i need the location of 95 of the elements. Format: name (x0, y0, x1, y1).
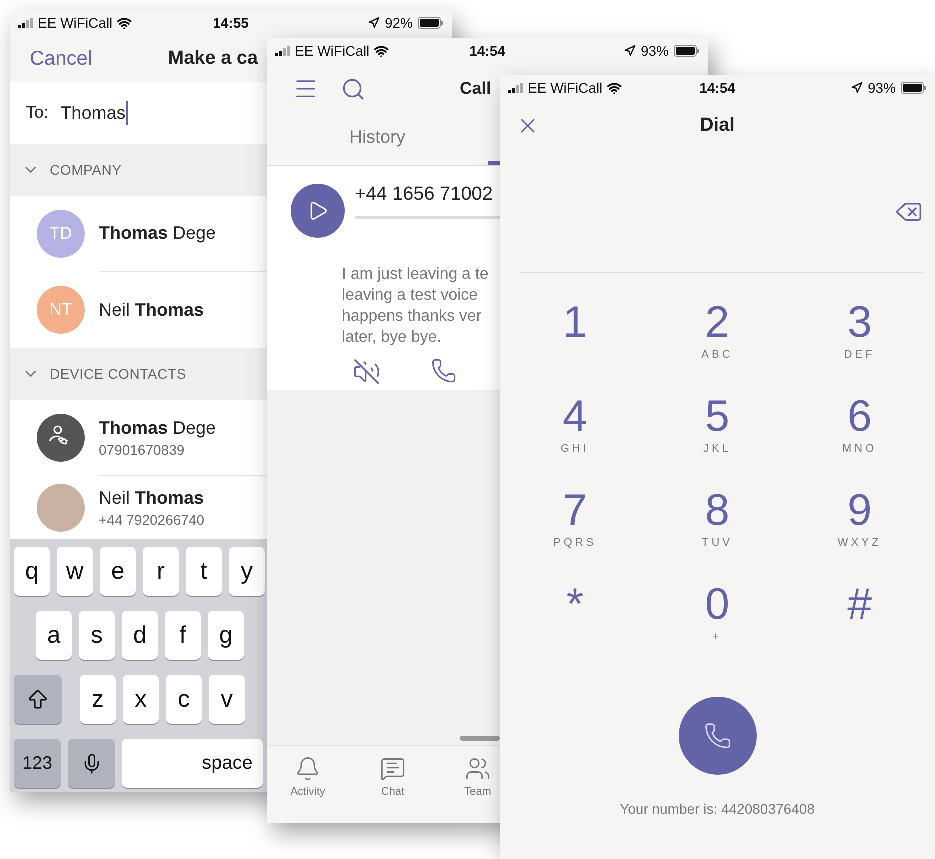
speaker-muted-icon (353, 358, 381, 386)
numbers-key[interactable]: 123 (14, 739, 61, 788)
keyboard-key[interactable]: x (123, 675, 159, 724)
dial-key[interactable]: 8 TUV (672, 487, 762, 581)
section-title: COMPANY (50, 162, 122, 178)
contact-number: +44 7920266740 (99, 512, 204, 528)
status-time: 14:55 (213, 15, 249, 31)
status-time: 14:54 (700, 80, 736, 96)
wifi-icon (374, 44, 389, 58)
dictation-key[interactable] (68, 739, 115, 788)
dial-key[interactable]: * (530, 581, 620, 675)
signal-icon (18, 18, 34, 28)
dial-key[interactable]: 2 ABC (672, 299, 762, 393)
keyboard-key[interactable]: q (14, 547, 50, 596)
keyboard-key[interactable]: t (186, 547, 222, 596)
shift-key[interactable] (14, 675, 62, 724)
dial-key[interactable]: 7 PQRS (530, 487, 620, 581)
keyboard-key[interactable]: s (79, 611, 115, 660)
keyboard-key[interactable]: w (57, 547, 93, 596)
battery-percent: 93% (868, 80, 896, 96)
phone-icon (704, 722, 732, 750)
transcript-line: later, bye bye. (342, 328, 442, 348)
space-key[interactable]: space (122, 739, 263, 788)
to-label: To: (26, 103, 49, 123)
wifi-icon (606, 80, 622, 96)
contact-avatar: NT (37, 286, 85, 334)
dial-key[interactable]: 3 DEF (814, 299, 905, 393)
location-arrow-icon (850, 82, 863, 94)
screen-title: Make a ca (168, 48, 258, 70)
wifi-icon (116, 16, 132, 30)
own-number-text: Your number is: 442080376408 (620, 801, 815, 817)
phone-icon (431, 358, 457, 384)
keyboard-key[interactable]: d (122, 611, 158, 660)
dial-key[interactable]: 0 + (672, 581, 762, 675)
mute-button[interactable] (353, 358, 381, 386)
carrier-name: EE WiFiCall (528, 80, 603, 96)
photo-placeholder (37, 484, 85, 532)
dial-key[interactable]: # (814, 581, 905, 675)
contact-name: Thomas Dege (99, 418, 216, 438)
keyboard-key[interactable]: z (80, 675, 116, 724)
contact-row[interactable]: NT Neil Thomas (10, 272, 267, 348)
search-button[interactable] (341, 76, 366, 102)
cancel-button[interactable]: Cancel (30, 48, 92, 70)
keyboard-key[interactable]: a (36, 611, 72, 660)
location-arrow-icon (368, 17, 380, 29)
keyboard-key[interactable]: y (229, 547, 265, 596)
transcript-line: I am just leaving a te (342, 265, 489, 285)
contact-avatar: TD (37, 210, 85, 258)
dial-key[interactable]: 4 GHI (530, 393, 620, 487)
contact-row[interactable]: Thomas Dege 07901670839 (10, 400, 267, 476)
recipient-field[interactable]: Thomas (60, 101, 128, 125)
play-button[interactable] (291, 184, 345, 238)
bell-icon (295, 756, 321, 782)
contact-number: 07901670839 (99, 442, 185, 458)
transcript-line: leaving a test voice (342, 286, 478, 306)
battery-percent: 92% (384, 15, 413, 31)
signal-icon (275, 46, 291, 56)
keyboard-key[interactable]: f (165, 611, 201, 660)
carrier-name: EE WiFiCall (38, 15, 113, 31)
contact-row[interactable]: Neil Thomas +44 7920266740 (10, 476, 267, 539)
chat-icon (380, 756, 406, 782)
section-header[interactable]: COMPANY (10, 144, 267, 196)
location-arrow-icon (624, 45, 636, 57)
dial-key[interactable]: 6 MNO (814, 393, 905, 487)
search-icon (341, 76, 366, 102)
status-time: 14:54 (470, 43, 506, 59)
battery-icon (674, 45, 700, 57)
nav-item[interactable]: Chat (371, 756, 415, 823)
contact-name: Neil Thomas (99, 488, 204, 508)
people-icon (465, 756, 491, 782)
keyboard-key[interactable]: v (209, 675, 245, 724)
shift-icon (26, 688, 50, 712)
keyboard-key[interactable]: e (100, 547, 136, 596)
signal-icon (508, 83, 524, 93)
carrier-name: EE WiFiCall (295, 43, 370, 59)
dial-key[interactable]: 5 JKL (672, 393, 762, 487)
battery-percent: 93% (640, 43, 669, 59)
section-header[interactable]: DEVICE CONTACTS (10, 348, 267, 400)
keyboard-key[interactable]: r (143, 547, 179, 596)
screen-title: Call (460, 79, 492, 99)
scroll-indicator (460, 736, 500, 741)
contact-row[interactable]: TD Thomas Dege (10, 196, 267, 272)
contact-name: Thomas Dege (99, 223, 216, 244)
keyboard-key[interactable]: g (208, 611, 244, 660)
battery-icon (901, 82, 927, 94)
keyboard-key[interactable]: c (166, 675, 202, 724)
dial-key[interactable]: 9 WXYZ (814, 487, 905, 581)
battery-icon (418, 17, 444, 29)
transcript-line: happens thanks ver (342, 307, 482, 327)
screen-title: Dial (700, 115, 735, 137)
contact-name: Neil Thomas (99, 300, 204, 320)
nav-item[interactable]: Team (456, 756, 500, 823)
section-title: DEVICE CONTACTS (50, 366, 186, 382)
dial-key[interactable]: 1 (530, 299, 620, 393)
nav-item[interactable]: Activity (286, 756, 330, 823)
